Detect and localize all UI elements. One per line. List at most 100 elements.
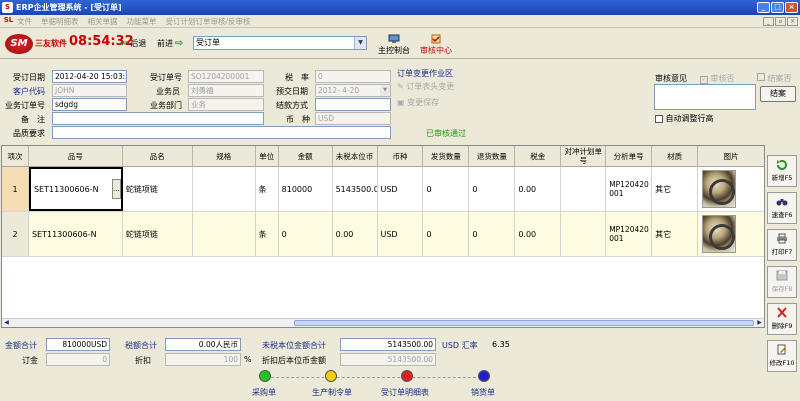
- flow-dot-purchase[interactable]: [259, 370, 271, 382]
- product-image[interactable]: [702, 215, 737, 253]
- case-close-button[interactable]: 结案: [760, 86, 796, 102]
- col-header-currency[interactable]: 币种: [378, 146, 424, 166]
- save-button[interactable]: 保存F8: [767, 266, 797, 298]
- refresh-icon: [777, 159, 787, 170]
- minimize-icon[interactable]: _: [757, 2, 770, 13]
- currency-field[interactable]: USD: [315, 112, 391, 125]
- menu-bar: SL 文件 单据明细表 相关单据 功能菜单 受订计划订单审核/反审核 _ ▫ ×: [0, 15, 800, 28]
- customer-code-field[interactable]: JOHN: [52, 84, 127, 97]
- audit-icon: [431, 34, 441, 44]
- menu-file[interactable]: 文件: [17, 16, 32, 27]
- col-header-unit[interactable]: 单位: [256, 146, 279, 166]
- checkbox-icon: [655, 114, 663, 123]
- after-discount-label: 折扣后本位币金额: [262, 356, 326, 365]
- horizontal-scrollbar[interactable]: ◀ ▶: [2, 318, 764, 327]
- col-header-ship-qty[interactable]: 发货数量: [423, 146, 470, 166]
- change-save-button[interactable]: ▣ 变更保存: [397, 97, 439, 108]
- col-header-spec[interactable]: 规格: [193, 146, 256, 166]
- quality-field[interactable]: [52, 126, 391, 139]
- menu-detail-report[interactable]: 单据明细表: [41, 16, 79, 27]
- order-no-label: 受订单号: [150, 73, 182, 82]
- tax-total-field[interactable]: 0.00人民币: [165, 338, 241, 351]
- flow-sales-link[interactable]: 销货单: [471, 387, 495, 398]
- modify-button[interactable]: 修改F10: [767, 340, 797, 372]
- flow-dot-production[interactable]: [325, 370, 337, 382]
- discount-field[interactable]: 100: [165, 353, 241, 366]
- scroll-right-icon[interactable]: ▶: [755, 319, 764, 327]
- flow-production-link[interactable]: 生产制令单: [312, 387, 352, 398]
- col-header-code[interactable]: 品号: [29, 146, 123, 166]
- remark-label: 备 注: [21, 115, 45, 124]
- delete-x-icon: [777, 307, 787, 318]
- main-console-button[interactable]: 主控制台: [375, 34, 413, 56]
- col-header-amount[interactable]: 金额: [279, 146, 333, 166]
- col-header-return-qty[interactable]: 退货数量: [469, 146, 516, 166]
- menu-audit[interactable]: 受订计划订单审核/反审核: [166, 16, 251, 27]
- maximize-icon[interactable]: □: [771, 2, 784, 13]
- mdi-minimize-icon[interactable]: _: [763, 16, 774, 26]
- document-combo[interactable]: 受订单 ▼: [193, 36, 367, 50]
- brand-name: 三友软件: [35, 39, 67, 48]
- scrollbar-thumb[interactable]: [294, 320, 754, 326]
- product-image[interactable]: [702, 170, 737, 208]
- currency-rate-label: USD 汇率: [442, 341, 478, 350]
- menu-related-docs[interactable]: 相关单据: [88, 16, 118, 27]
- col-header-image[interactable]: 图片: [698, 146, 764, 166]
- order-no-field[interactable]: SO1204200001: [188, 70, 264, 83]
- business-order-field[interactable]: sdgdg: [52, 98, 127, 111]
- flow-order-detail-link[interactable]: 受订单明细表: [381, 387, 429, 398]
- col-header-material[interactable]: 材质: [652, 146, 699, 166]
- forward-button[interactable]: 前进 ⇨: [157, 38, 183, 49]
- order-items-grid[interactable]: 项次 品号 品名 规格 单位 金额 未税本位币 币种 发货数量 退货数量 税金 …: [1, 145, 765, 328]
- amount-total-field[interactable]: 810000USD: [46, 338, 110, 351]
- title-bar: S ERP企业管理系统 - [受订单] _ □ ×: [0, 0, 800, 15]
- order-date-field[interactable]: 2012-04-20 15:03:35: [52, 70, 127, 83]
- discount-label: 折扣: [135, 356, 151, 365]
- col-header-analysis[interactable]: 分析单号: [606, 146, 653, 166]
- untaxed-total-field[interactable]: 5143500.00: [340, 338, 436, 351]
- salesman-label: 业务员: [156, 87, 180, 96]
- mdi-restore-icon[interactable]: ▫: [775, 16, 786, 26]
- col-header-tax[interactable]: 税金: [515, 146, 562, 166]
- scroll-left-icon[interactable]: ◀: [2, 319, 11, 327]
- dept-label: 业务部门: [150, 101, 182, 110]
- add-button[interactable]: 新增F5: [767, 155, 797, 187]
- col-header-hedge[interactable]: 对冲计划单号: [561, 146, 607, 166]
- auto-adjust-checkbox[interactable]: 自动调整行高: [655, 113, 714, 124]
- chevron-down-icon[interactable]: ▼: [380, 85, 390, 96]
- active-cell[interactable]: SET11300606-N…: [28, 167, 123, 211]
- settle-field[interactable]: [315, 98, 391, 111]
- col-header-untaxed[interactable]: 未税本位币: [333, 146, 378, 166]
- menu-functions[interactable]: 功能菜单: [127, 16, 157, 27]
- after-discount-field[interactable]: 5143500.00: [340, 353, 436, 366]
- query-button[interactable]: 速查F6: [767, 192, 797, 224]
- deposit-field[interactable]: 0: [46, 353, 110, 366]
- case-close-checkbox[interactable]: 结案否: [757, 73, 792, 84]
- delete-button[interactable]: 删除F9: [767, 303, 797, 335]
- close-icon[interactable]: ×: [785, 2, 798, 13]
- back-button[interactable]: ⇦ 后退: [120, 38, 146, 49]
- flow-dot-order-detail[interactable]: [401, 370, 413, 382]
- pre-delivery-picker[interactable]: 2012- 4-20 ▼: [315, 84, 391, 97]
- salesman-field[interactable]: 刘勇福: [188, 84, 264, 97]
- window-controls: _ □ ×: [757, 2, 798, 13]
- remark-field[interactable]: [52, 112, 264, 125]
- audit-opinion-textarea[interactable]: [654, 84, 756, 110]
- save-icon: ▣: [397, 98, 405, 107]
- flow-dot-sales[interactable]: [478, 370, 490, 382]
- mdi-close-icon[interactable]: ×: [787, 16, 798, 26]
- flow-purchase-link[interactable]: 采购单: [252, 387, 276, 398]
- change-header-button[interactable]: ✎ 订单表头变更: [397, 81, 454, 92]
- col-header-idx[interactable]: 项次: [2, 146, 29, 166]
- table-row[interactable]: 1 SET11300606-N… 蛇链项链 条 810000 5143500.0…: [2, 167, 764, 212]
- col-header-name[interactable]: 品名: [123, 146, 193, 166]
- dept-field[interactable]: 业务: [188, 98, 264, 111]
- tax-rate-field[interactable]: 0: [315, 70, 391, 83]
- print-button[interactable]: 打印F7: [767, 229, 797, 261]
- pre-delivery-label: 预交日期: [276, 87, 308, 96]
- table-row[interactable]: 2 SET11300606-N 蛇链项链 条 0 0.00 USD 0 0 0.…: [2, 212, 764, 257]
- ellipsis-button[interactable]: …: [111, 179, 121, 199]
- audit-no-checkbox[interactable]: ✓ 审核否: [700, 73, 735, 84]
- chevron-down-icon[interactable]: ▼: [354, 37, 366, 49]
- audit-center-button[interactable]: 审核中心: [416, 34, 456, 56]
